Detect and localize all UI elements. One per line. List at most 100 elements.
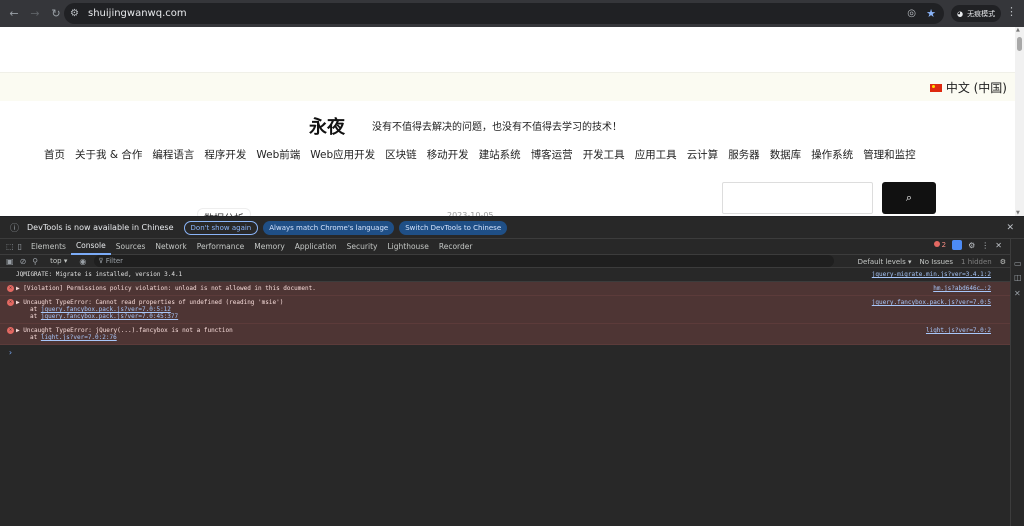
settings-gear-icon[interactable]: ⚙ xyxy=(968,241,975,250)
star-icon[interactable]: ★ xyxy=(926,7,936,20)
switch-language-button[interactable]: Switch DevTools to Chinese xyxy=(399,220,508,235)
language-bar: 中文 (中国) xyxy=(0,72,1015,101)
error-icon: ✕ xyxy=(7,285,14,292)
category-tag[interactable]: 数据分析 xyxy=(197,208,251,216)
nav-item[interactable]: 服务器 xyxy=(728,147,760,162)
tab-application[interactable]: Application xyxy=(290,239,342,255)
devtools-side-toolbar: ▭ ◫ ✕ xyxy=(1010,239,1024,526)
reload-icon[interactable]: ↻ xyxy=(46,4,66,24)
sidebar-toggle-icon[interactable]: ▣ xyxy=(6,257,14,266)
kebab-menu-icon[interactable]: ⋮ xyxy=(1006,5,1017,18)
tab-memory[interactable]: Memory xyxy=(249,239,290,255)
address-bar[interactable]: ⚙ shuijingwanwq.com ◎ ★ xyxy=(64,3,944,24)
language-notice: ⓘ DevTools is now available in Chinese D… xyxy=(0,217,1024,239)
nav-item[interactable]: Web前端 xyxy=(256,147,300,162)
dont-show-button[interactable]: Don't show again xyxy=(183,220,259,235)
error-icon: ✕ xyxy=(7,299,14,306)
tab-sources[interactable]: Sources xyxy=(111,239,151,255)
source-link[interactable]: jquery.fancybox.pack.js?ver=7.0:5 xyxy=(872,299,991,306)
ai-assist-icon[interactable] xyxy=(952,240,963,250)
close-icon[interactable]: ✕ xyxy=(1006,223,1014,233)
stack-prefix: at xyxy=(30,334,38,341)
nav-item[interactable]: 区块链 xyxy=(385,147,417,162)
message-text: JQMIGRATE: Migrate is installed, version… xyxy=(16,271,183,278)
notice-message: DevTools is now available in Chinese xyxy=(27,223,174,232)
tab-security[interactable]: Security xyxy=(342,239,383,255)
message-text[interactable]: ▶ Uncaught TypeError: Cannot read proper… xyxy=(16,299,283,306)
tab-console[interactable]: Console xyxy=(70,239,111,255)
eye-off-icon[interactable]: ◎ xyxy=(907,8,916,19)
forward-icon[interactable]: → xyxy=(25,4,45,24)
nav-item[interactable]: Web应用开发 xyxy=(310,147,375,162)
back-icon[interactable]: ← xyxy=(4,4,24,24)
page-scrollbar[interactable]: ▲ ▼ xyxy=(1015,27,1024,216)
error-count-badge[interactable]: 2 xyxy=(933,241,946,249)
device-toolbar-icon[interactable]: ▯ xyxy=(18,242,22,251)
stack-link[interactable]: jquery.fancybox.pack.js?ver=7.0:5:12 xyxy=(41,306,171,313)
inspect-icon[interactable]: ⬚ xyxy=(6,242,14,251)
nav-item[interactable]: 云计算 xyxy=(687,147,719,162)
site-logo[interactable]: 永夜 xyxy=(309,113,345,139)
nav-item[interactable]: 编程语言 xyxy=(152,147,194,162)
stack-link[interactable]: jquery.fancybox.pack.js?ver=7.0:45:377 xyxy=(41,313,178,320)
tab-network[interactable]: Network xyxy=(150,239,191,255)
url-text[interactable]: shuijingwanwq.com xyxy=(88,8,187,19)
nav-item[interactable]: 操作系统 xyxy=(811,147,853,162)
log-levels-dropdown[interactable]: Default levels ▾ xyxy=(858,258,912,266)
console-settings-icon[interactable]: ⚙ xyxy=(1000,258,1006,266)
message-text[interactable]: ▶ Uncaught TypeError: jQuery(...).fancyb… xyxy=(16,327,233,334)
nav-item[interactable]: 博客运营 xyxy=(531,147,573,162)
stack-frame: at light.js?ver=7.0:2:76 xyxy=(16,334,1010,341)
issues-button[interactable]: No Issues xyxy=(920,258,954,266)
nav-item[interactable]: 管理和监控 xyxy=(863,147,916,162)
console-filter-input[interactable]: ⊽ Filter xyxy=(94,255,835,267)
search-input[interactable] xyxy=(722,182,873,214)
language-switcher[interactable]: 中文 (中国) xyxy=(929,79,1007,96)
devtools-tab-actions: 2 ⚙ ⋮ ✕ xyxy=(933,240,1002,250)
site-slogan: 没有不值得去解决的问题，也没有不值得去学习的技术！ xyxy=(372,122,622,133)
tune-icon[interactable]: ⚙ xyxy=(70,8,86,19)
nav-item[interactable]: 应用工具 xyxy=(635,147,677,162)
nav-item[interactable]: 移动开发 xyxy=(427,147,469,162)
live-expression-eye-icon[interactable]: ◉ xyxy=(79,257,86,266)
dock-icon[interactable]: ▭ xyxy=(1014,259,1022,268)
close-devtools-icon[interactable]: ✕ xyxy=(995,241,1002,250)
console-prompt[interactable]: › xyxy=(0,345,1010,357)
source-link[interactable]: light.js?ver=7.0:2 xyxy=(926,327,991,334)
scroll-down-icon[interactable]: ▼ xyxy=(1016,210,1020,216)
search-button[interactable]: ⌕ xyxy=(882,182,936,214)
context-selector[interactable]: top ▾ xyxy=(50,257,67,265)
nav-item[interactable]: 建站系统 xyxy=(479,147,521,162)
nav-item[interactable]: 关于我 & 合作 xyxy=(75,147,142,162)
nav-item[interactable]: 数据库 xyxy=(770,147,802,162)
search-icon: ⌕ xyxy=(905,191,913,204)
tab-recorder[interactable]: Recorder xyxy=(434,239,478,255)
nav-item[interactable]: 开发工具 xyxy=(583,147,625,162)
clear-console-icon[interactable]: ⊘ xyxy=(20,257,27,266)
nav-item[interactable]: 首页 xyxy=(44,147,65,162)
tab-lighthouse[interactable]: Lighthouse xyxy=(382,239,433,255)
incognito-badge[interactable]: ◕ 无痕模式 xyxy=(951,5,1002,22)
incognito-icon: ◕ xyxy=(957,9,964,18)
scroll-thumb[interactable] xyxy=(1017,37,1022,51)
scroll-up-icon[interactable]: ▲ xyxy=(1016,27,1020,33)
stack-link[interactable]: light.js?ver=7.0:2:76 xyxy=(41,334,117,341)
console-error: ✕ ▶ [Violation] Permissions policy viola… xyxy=(0,282,1010,296)
filter-sidebar-icon[interactable]: ⚲ xyxy=(32,257,38,266)
source-link[interactable]: hm.js?abd646c…:2 xyxy=(933,285,991,292)
drawer-icon[interactable]: ◫ xyxy=(1014,273,1022,282)
match-language-button[interactable]: Always match Chrome's language xyxy=(263,220,395,235)
stack-prefix: at xyxy=(30,313,38,320)
console-error: ✕ ▶ Uncaught TypeError: jQuery(...).fanc… xyxy=(0,324,1010,345)
console-error: ✕ ▶ Uncaught TypeError: Cannot read prop… xyxy=(0,296,1010,324)
nav-item[interactable]: 程序开发 xyxy=(204,147,246,162)
tab-performance[interactable]: Performance xyxy=(192,239,250,255)
devtools-menu-icon[interactable]: ⋮ xyxy=(981,241,989,250)
message-text[interactable]: ▶ [Violation] Permissions policy violati… xyxy=(16,285,316,292)
tab-elements[interactable]: Elements xyxy=(26,239,71,255)
side-close-icon[interactable]: ✕ xyxy=(1014,289,1021,298)
source-link[interactable]: jquery-migrate.min.js?ver=3.4.1:2 xyxy=(872,271,991,278)
language-label: 中文 (中国) xyxy=(945,81,1007,95)
devtools-panel: ⓘ DevTools is now available in Chinese D… xyxy=(0,217,1024,526)
filter-placeholder: Filter xyxy=(105,257,124,265)
